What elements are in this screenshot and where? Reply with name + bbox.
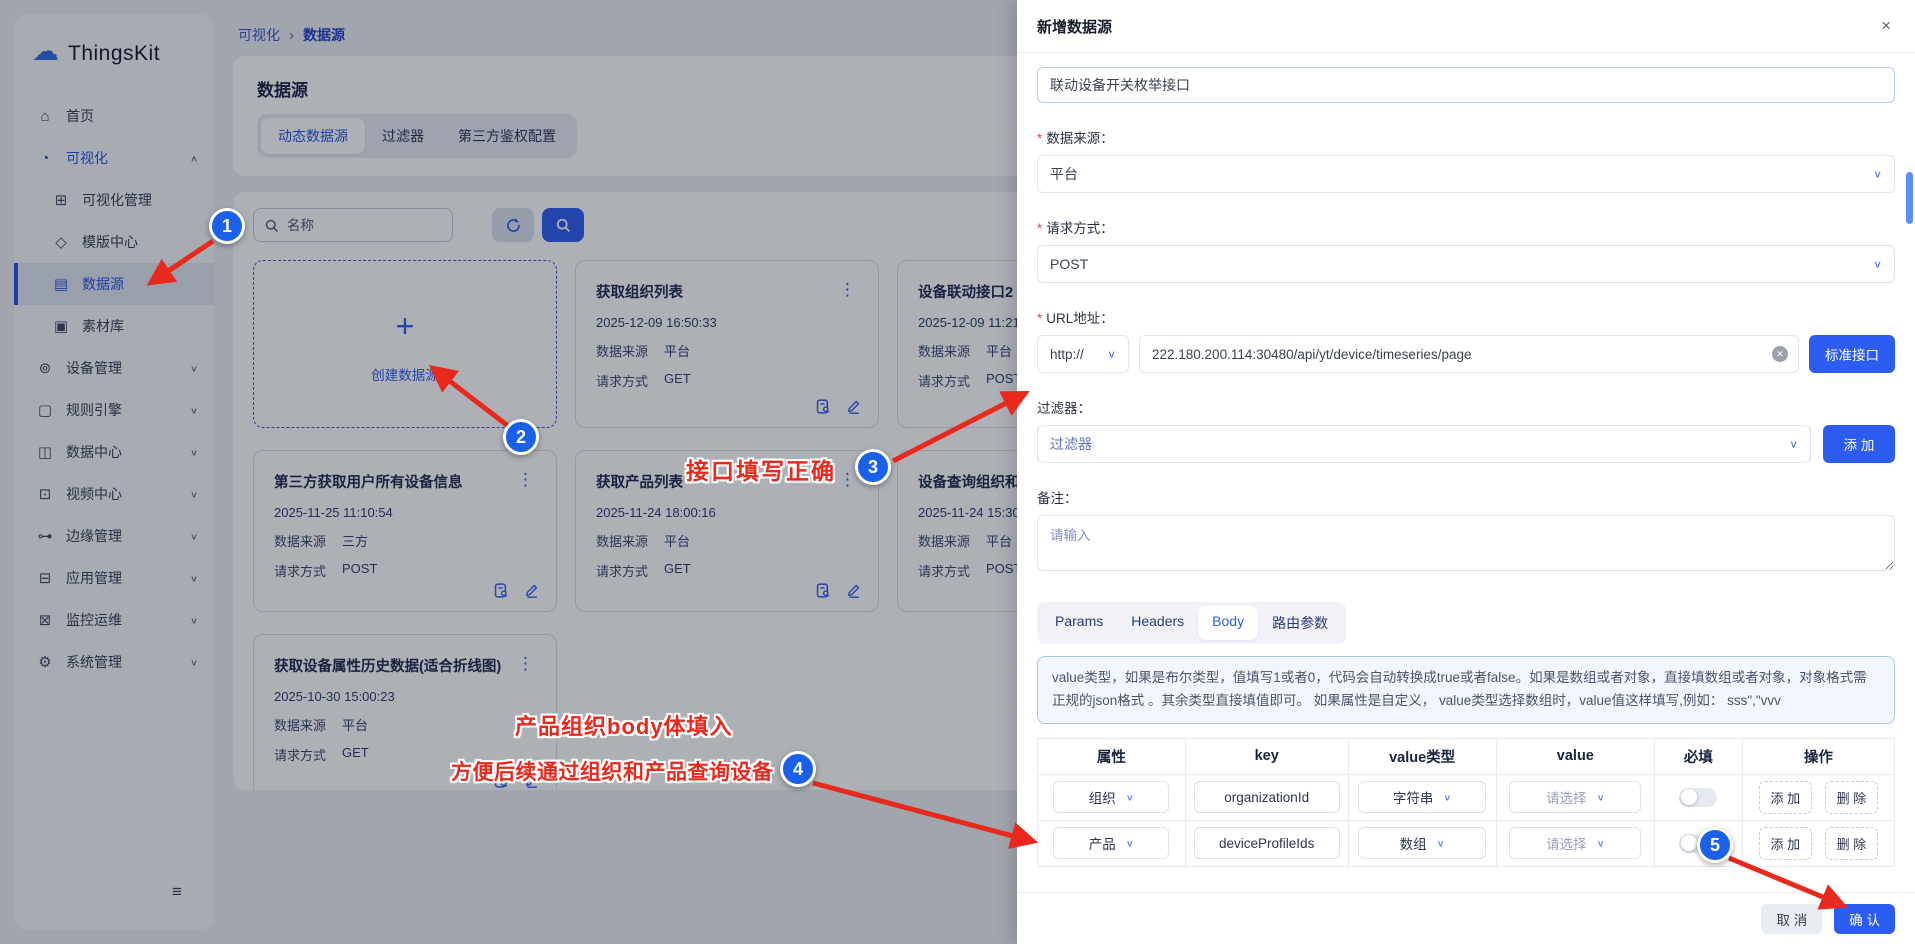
- source-field-label: 数据来源：: [1037, 127, 1895, 147]
- annotation-text-body-fill: 产品组织body体填入: [515, 709, 733, 741]
- row-add-button[interactable]: 添 加: [1759, 827, 1813, 860]
- chevron-down-icon: ∨: [1107, 348, 1116, 360]
- tab-headers[interactable]: Headers: [1117, 606, 1198, 640]
- chevron-down-icon: ∨: [1873, 258, 1882, 270]
- annotation-badge-5: 5: [1697, 827, 1733, 863]
- url-field-label: URL地址：: [1037, 307, 1895, 327]
- col-header-required: 必填: [1655, 738, 1743, 774]
- chevron-down-icon: ∨: [1437, 838, 1445, 849]
- filter-select-placeholder: 过滤器: [1050, 434, 1092, 454]
- method-select[interactable]: POST ∨: [1037, 245, 1895, 283]
- toggle-knob: [1681, 835, 1697, 851]
- protocol-select-value: http://: [1050, 347, 1084, 362]
- chevron-down-icon: ∨: [1126, 792, 1134, 803]
- add-datasource-drawer: 新增数据源 × 数据来源： 平台 ∨ 请求方式： POST ∨ URL地址： h…: [1017, 0, 1915, 944]
- col-header-key: key: [1185, 738, 1348, 774]
- drawer-header: 新增数据源 ×: [1017, 0, 1915, 53]
- method-select-value: POST: [1050, 256, 1088, 272]
- row-delete-button[interactable]: 删 除: [1825, 781, 1879, 814]
- source-select[interactable]: 平台 ∨: [1037, 155, 1895, 193]
- standard-api-button[interactable]: 标准接口: [1809, 335, 1895, 373]
- add-filter-button[interactable]: 添 加: [1823, 425, 1895, 463]
- value-select[interactable]: 请选择 ∨: [1509, 781, 1641, 813]
- url-row: http:// ∨ ✕ 标准接口: [1037, 335, 1895, 373]
- chevron-down-icon: ∨: [1443, 792, 1451, 803]
- annotation-badge-1: 1: [209, 208, 245, 244]
- filter-select[interactable]: 过滤器 ∨: [1037, 425, 1811, 463]
- url-input[interactable]: [1152, 347, 1772, 362]
- toggle-knob: [1681, 789, 1697, 805]
- scrollbar-thumb[interactable]: [1906, 172, 1913, 224]
- datasource-name-input[interactable]: [1037, 67, 1895, 103]
- value-type-select-value: 字符串: [1393, 787, 1434, 807]
- col-header-actions: 操作: [1742, 738, 1894, 774]
- attr-select[interactable]: 产品 ∨: [1053, 827, 1169, 859]
- chevron-down-icon: ∨: [1597, 792, 1605, 803]
- chevron-down-icon: ∨: [1789, 438, 1798, 450]
- cancel-button[interactable]: 取 消: [1761, 904, 1822, 934]
- required-toggle[interactable]: [1679, 788, 1717, 807]
- drawer-body: 数据来源： 平台 ∨ 请求方式： POST ∨ URL地址： http:// ∨…: [1017, 53, 1915, 867]
- remark-field-label: 备注：: [1037, 487, 1895, 507]
- attr-select-value: 产品: [1089, 833, 1116, 853]
- annotation-text-query-device: 方便后续通过组织和产品查询设备: [451, 756, 774, 786]
- annotation-text-api-correct: 接口填写正确: [686, 452, 836, 486]
- confirm-button[interactable]: 确 认: [1834, 904, 1895, 934]
- method-field-label: 请求方式：: [1037, 217, 1895, 237]
- attr-select[interactable]: 组织 ∨: [1053, 781, 1169, 813]
- url-input-wrap: ✕: [1139, 335, 1799, 373]
- row-add-button[interactable]: 添 加: [1759, 781, 1813, 814]
- remark-textarea[interactable]: [1037, 515, 1895, 571]
- key-input-value: organizationId: [1224, 790, 1309, 805]
- annotation-badge-4: 4: [780, 751, 816, 787]
- protocol-select[interactable]: http:// ∨: [1037, 335, 1129, 373]
- value-type-select[interactable]: 字符串 ∨: [1358, 781, 1486, 813]
- request-param-tabs: Params Headers Body 路由参数: [1037, 602, 1346, 644]
- tab-route-params[interactable]: 路由参数: [1258, 606, 1342, 640]
- filter-row: 过滤器 ∨ 添 加: [1037, 425, 1895, 463]
- drawer-footer: 取 消 确 认: [1017, 892, 1915, 944]
- key-input-value: deviceProfileIds: [1219, 836, 1314, 851]
- body-params-table: 属性 key value类型 value 必填 操作 组织 ∨ organizat…: [1037, 738, 1895, 867]
- tab-body[interactable]: Body: [1198, 606, 1258, 640]
- value-select-placeholder: 请选择: [1546, 787, 1587, 807]
- table-row: 组织 ∨ organizationId 字符串 ∨ 请选择 ∨ 添 加 删 除: [1038, 774, 1895, 820]
- chevron-down-icon: ∨: [1597, 838, 1605, 849]
- source-select-value: 平台: [1050, 164, 1078, 184]
- value-select-placeholder: 请选择: [1546, 833, 1587, 853]
- close-icon[interactable]: ×: [1881, 16, 1891, 36]
- value-select[interactable]: 请选择 ∨: [1509, 827, 1641, 859]
- col-header-value: value: [1496, 738, 1654, 774]
- key-input[interactable]: organizationId: [1194, 781, 1340, 813]
- clear-icon[interactable]: ✕: [1772, 346, 1788, 362]
- col-header-value-type: value类型: [1348, 738, 1496, 774]
- annotation-badge-2: 2: [503, 419, 539, 455]
- chevron-down-icon: ∨: [1126, 838, 1134, 849]
- key-input[interactable]: deviceProfileIds: [1194, 827, 1340, 859]
- value-type-select[interactable]: 数组 ∨: [1358, 827, 1486, 859]
- annotation-badge-3: 3: [855, 449, 891, 485]
- attr-select-value: 组织: [1089, 787, 1116, 807]
- tab-params[interactable]: Params: [1041, 606, 1117, 640]
- col-header-attr: 属性: [1038, 738, 1186, 774]
- row-delete-button[interactable]: 删 除: [1825, 827, 1879, 860]
- value-type-select-value: 数组: [1400, 833, 1427, 853]
- table-row: 产品 ∨ deviceProfileIds 数组 ∨ 请选择 ∨ 添 加 删 除: [1038, 820, 1895, 866]
- filter-field-label: 过滤器：: [1037, 397, 1895, 417]
- value-type-hint: value类型，如果是布尔类型，值填写1或者0，代码会自动转换成true或者fa…: [1037, 656, 1895, 724]
- chevron-down-icon: ∨: [1873, 168, 1882, 180]
- drawer-title: 新增数据源: [1037, 16, 1112, 37]
